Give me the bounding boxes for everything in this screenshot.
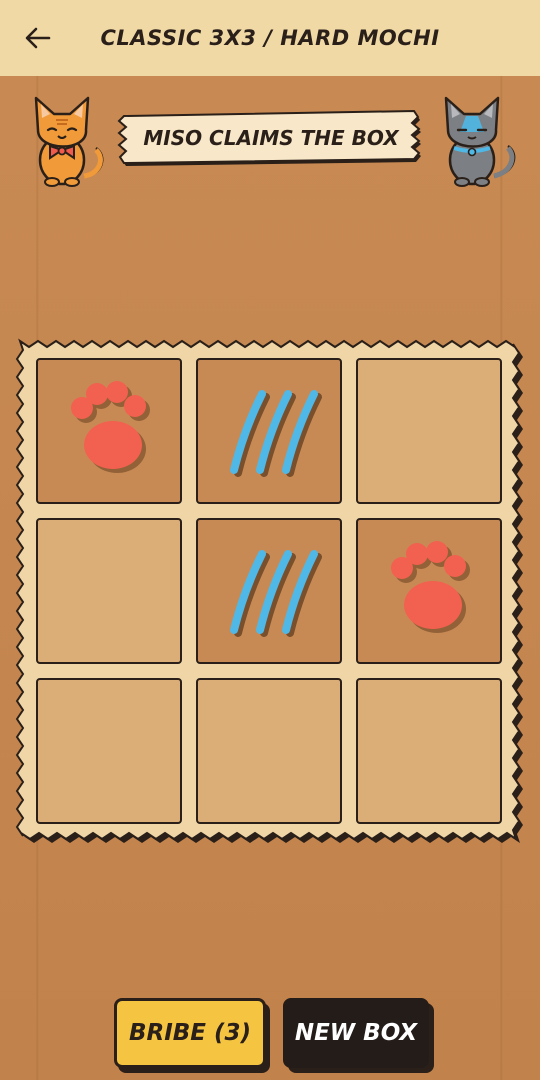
board-cell-1-3[interactable] bbox=[356, 358, 502, 504]
board-cell-2-2[interactable] bbox=[196, 518, 342, 664]
board-cell-1-1[interactable] bbox=[36, 358, 182, 504]
board-cell-3-2[interactable] bbox=[196, 678, 342, 824]
board-cell-3-3[interactable] bbox=[356, 678, 502, 824]
board-cell-2-3[interactable] bbox=[356, 518, 502, 664]
paw-mark-icon bbox=[391, 541, 470, 633]
gray-cat-icon bbox=[444, 96, 516, 187]
board-cell-2-1[interactable] bbox=[36, 518, 182, 664]
new-box-button[interactable]: NEW BOX bbox=[283, 998, 429, 1068]
board-cell-1-2[interactable] bbox=[196, 358, 342, 504]
top-bar: CLASSIC 3X3 / HARD MOCHI bbox=[0, 0, 540, 76]
page-title: CLASSIC 3X3 / HARD MOCHI bbox=[100, 26, 440, 50]
scratch-mark-icon bbox=[230, 550, 322, 637]
status-text: MISO CLAIMS THE BOX bbox=[143, 126, 399, 150]
paw-mark-icon bbox=[71, 381, 150, 473]
scratch-mark-icon bbox=[230, 390, 322, 477]
orange-cat-icon bbox=[34, 96, 104, 187]
board-cell-3-1[interactable] bbox=[36, 678, 182, 824]
bribe-button[interactable]: BRIBE (3) bbox=[114, 998, 266, 1068]
game-board bbox=[36, 358, 504, 828]
